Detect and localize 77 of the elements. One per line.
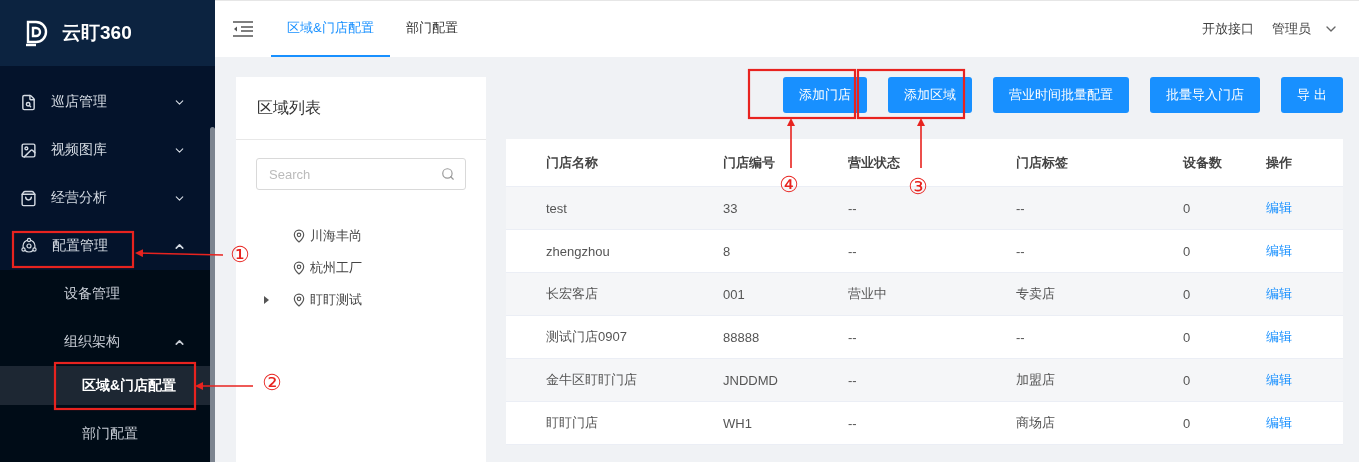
menu-label: 经营分析 xyxy=(51,189,108,207)
submenu-item[interactable]: 区域&门店配置 xyxy=(0,366,210,405)
annotation-number: ④ xyxy=(779,174,799,196)
column-header: 门店标签 xyxy=(1016,153,1069,172)
search-icon xyxy=(441,167,455,181)
table-cell-text: 88888 xyxy=(723,329,761,345)
column-header: 营业状态 xyxy=(848,153,901,172)
menu-label: 配置管理 xyxy=(52,237,109,255)
table-cell-text: 长宏客店 xyxy=(546,285,599,303)
tab[interactable]: 部门配置 xyxy=(389,1,474,57)
table-cell-text: JNDDMD xyxy=(723,372,779,388)
menu-item[interactable]: 配置管理 xyxy=(0,222,210,270)
table-cell-text: test xyxy=(546,200,568,216)
table-cell-text: zhengzhou xyxy=(546,243,611,259)
table-cell-text: -- xyxy=(848,200,858,216)
table-cell-text: -- xyxy=(848,415,858,431)
submenu-item[interactable]: 部门配置 xyxy=(0,405,210,462)
table-cell-text: -- xyxy=(1016,329,1026,345)
table-cell-text: 001 xyxy=(723,286,746,302)
table-cell-text: 营业中 xyxy=(848,285,888,303)
table-cell-text: -- xyxy=(848,329,858,345)
table-cell-text: 商场店 xyxy=(1016,414,1056,432)
menu-label: 巡店管理 xyxy=(51,93,108,111)
table-cell-text: 0 xyxy=(1183,329,1192,345)
table-cell-text: 8 xyxy=(723,243,732,259)
app-logo-text: 云盯360 xyxy=(62,21,132,45)
tree-item[interactable]: 川海丰尚 xyxy=(310,227,362,245)
table-cell-text: 33 xyxy=(723,200,739,216)
table-cell-text: 0 xyxy=(1183,372,1192,388)
header-link[interactable]: 管理员 xyxy=(1272,20,1311,38)
table-cell-text: 盯盯门店 xyxy=(546,414,599,432)
table-cell-text: -- xyxy=(848,372,858,388)
table-cell-text: -- xyxy=(848,243,858,259)
table-cell-text: 加盟店 xyxy=(1016,371,1056,389)
column-header: 操作 xyxy=(1266,153,1293,172)
table-cell-text: 0 xyxy=(1183,286,1192,302)
image-icon xyxy=(20,141,37,159)
table-cell-text: 测试门店0907 xyxy=(546,328,628,346)
menu-collapse-icon[interactable] xyxy=(232,21,254,37)
table-cell-text: 0 xyxy=(1183,415,1192,431)
annotation-number: ① xyxy=(230,244,250,266)
logo-icon xyxy=(24,19,50,47)
table-cell-text: -- xyxy=(1016,200,1026,216)
menu-item[interactable]: 巡店管理 xyxy=(0,78,210,126)
table-cell-text: -- xyxy=(1016,243,1026,259)
annotation-arrow xyxy=(917,118,925,169)
network-icon xyxy=(20,237,38,255)
table-cell-text: 0 xyxy=(1183,243,1192,259)
document-search-icon xyxy=(20,93,37,111)
expand-caret-icon[interactable] xyxy=(264,296,269,304)
submenu-item[interactable]: 设备管理 xyxy=(0,270,210,318)
menu-label: 视频图库 xyxy=(51,141,108,159)
submenu-item[interactable]: 组织架构 xyxy=(0,318,210,366)
table-cell-text: 金牛区盯盯门店 xyxy=(546,371,638,389)
annotation-number: ③ xyxy=(908,176,928,198)
bag-icon xyxy=(20,189,37,207)
column-header: 门店编号 xyxy=(723,153,776,172)
search-field[interactable]: Search xyxy=(256,158,466,190)
location-pin-icon xyxy=(292,261,306,275)
tree-item[interactable]: 杭州工厂 xyxy=(310,259,362,277)
header-link[interactable]: 开放接口 xyxy=(1202,20,1254,38)
annotation-arrow xyxy=(787,118,795,169)
tree-item[interactable]: 盯盯测试 xyxy=(310,291,362,309)
location-pin-icon xyxy=(292,293,306,307)
annotation-arrow xyxy=(195,382,254,390)
table-cell-text: 专卖店 xyxy=(1016,285,1056,303)
menu-item[interactable]: 视频图库 xyxy=(0,126,210,174)
table-cell-text: WH1 xyxy=(723,415,753,431)
table-cell-text: 0 xyxy=(1183,200,1192,216)
column-header: 门店名称 xyxy=(546,153,599,172)
location-pin-icon xyxy=(292,229,306,243)
scrollbar[interactable] xyxy=(210,127,215,462)
column-header: 设备数 xyxy=(1183,153,1223,172)
menu-item[interactable]: 经营分析 xyxy=(0,174,210,222)
menu-label: 组织架构 xyxy=(64,333,121,351)
annotation-number: ② xyxy=(262,372,282,394)
panel-title: 区域列表 xyxy=(236,77,486,140)
